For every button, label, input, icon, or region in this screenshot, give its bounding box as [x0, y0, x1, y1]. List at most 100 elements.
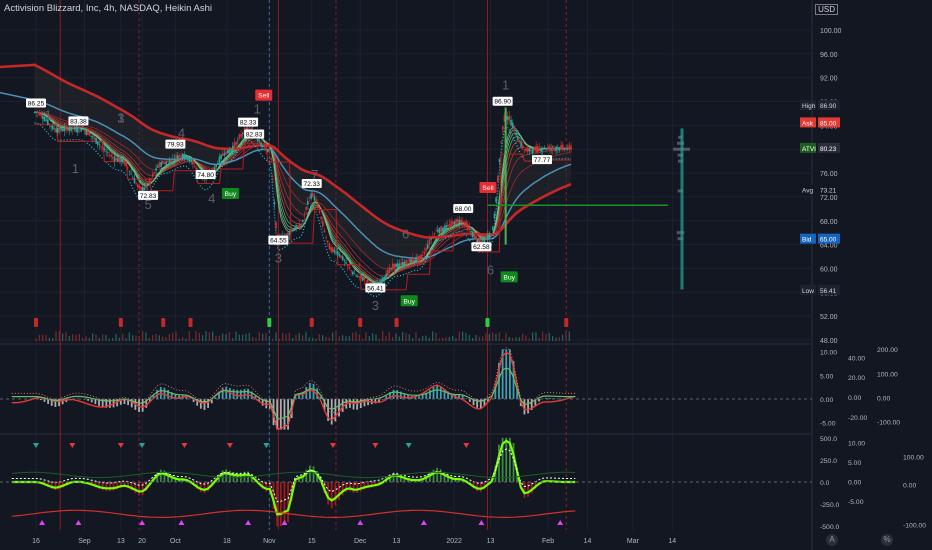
candle-body — [525, 148, 527, 152]
chart-canvas[interactable]: 86.2583.38 82.3379.9374.8072.8382.8364.55… — [0, 0, 932, 550]
candle-body — [313, 196, 316, 201]
volume-bar — [495, 333, 497, 341]
osc1-histogram-bar — [392, 389, 395, 399]
volume-bar — [92, 333, 94, 341]
volume-bar — [68, 335, 70, 341]
osc1-histogram-bar — [465, 398, 468, 399]
axes: 100.0096.0092.0088.0084.0080.0076.0072.0… — [32, 28, 926, 545]
volume-bar — [408, 334, 410, 341]
badge-label: Bid — [802, 237, 812, 244]
candle-body — [102, 146, 104, 149]
candle-body — [320, 216, 322, 219]
price-label: 68.00 — [455, 206, 472, 213]
volume-bar — [345, 336, 347, 341]
wave-label: 3 — [372, 298, 379, 313]
osc1-tick-outer: -100.00 — [877, 420, 900, 427]
candle-body — [570, 146, 572, 150]
candle-body — [466, 224, 469, 230]
candle-body — [333, 249, 336, 253]
currency-badge[interactable]: USD — [815, 4, 838, 15]
candle-body — [157, 166, 159, 168]
candle-body — [321, 221, 324, 227]
volume-bar — [335, 331, 337, 341]
volume-bar — [252, 336, 254, 341]
candle-body — [345, 262, 347, 264]
candle-body — [410, 259, 412, 264]
volume-bar — [538, 337, 540, 341]
price-label: 72.33 — [303, 181, 320, 188]
x-tick-label: Sep — [78, 538, 91, 545]
candle-body — [88, 133, 91, 136]
candle-body — [416, 256, 419, 263]
candle-body — [475, 236, 477, 240]
candle-body — [436, 229, 439, 232]
candle-body — [128, 170, 131, 172]
volume-bar — [478, 336, 480, 341]
zoom-auto-button[interactable]: A — [826, 534, 838, 546]
volume-bar — [552, 335, 554, 341]
osc1-histogram-bar — [283, 398, 286, 430]
candle-body — [506, 116, 509, 120]
volume-bar — [452, 335, 454, 341]
zoom-percent-button[interactable]: % — [881, 534, 893, 546]
candle-body — [561, 144, 564, 150]
volume-bar — [222, 333, 224, 341]
badge-value: 73.21 — [820, 188, 837, 195]
osc1-histogram-bar — [436, 385, 439, 399]
candle-body — [180, 155, 182, 157]
candle-body — [508, 115, 511, 121]
candle-body — [310, 193, 312, 199]
x-tick-label: 13 — [117, 538, 125, 545]
candle-body — [78, 127, 81, 129]
candle-body — [68, 128, 71, 132]
candle-body — [138, 185, 141, 189]
osc1-histogram-bar — [141, 398, 144, 412]
candle-body — [95, 137, 97, 144]
candle-body — [470, 231, 472, 232]
candle-body — [271, 179, 274, 180]
candle-body — [513, 125, 516, 131]
volume-bar — [75, 334, 77, 341]
price-label: 62.58 — [473, 244, 490, 251]
candle-body — [295, 225, 297, 230]
candle-body — [137, 184, 139, 188]
osc2-signal-triangle — [69, 443, 76, 448]
candle-body — [351, 271, 354, 275]
volume-bar — [492, 332, 494, 341]
candle-body — [115, 157, 117, 161]
candle-body — [511, 122, 514, 129]
osc1-tick-inner: -5.00 — [820, 421, 836, 428]
y-tick-label: 64.00 — [820, 243, 838, 250]
candle-body — [182, 153, 184, 159]
candle-body — [473, 234, 476, 239]
candle-body — [175, 155, 177, 159]
candle-body — [215, 164, 217, 168]
candle-body — [488, 233, 491, 240]
candle-body — [390, 268, 392, 269]
osc2-tick-mid: 5.00 — [848, 460, 861, 467]
y-tick-label: 72.00 — [820, 195, 838, 202]
candle-body — [540, 147, 542, 152]
price-label: 83.38 — [70, 118, 87, 125]
candle-body — [100, 145, 102, 147]
candle-body — [265, 148, 267, 151]
event-flag — [161, 318, 166, 327]
volume-bar — [325, 336, 327, 341]
candle-body — [366, 278, 369, 283]
volume-bar — [85, 336, 87, 341]
volume-bar — [262, 333, 264, 341]
candle-body — [481, 240, 484, 242]
candle-body — [290, 230, 292, 232]
osc2-signal-triangle — [181, 443, 188, 448]
candle-body — [110, 154, 112, 157]
candle-body — [448, 224, 451, 227]
wave-label: 3 — [275, 251, 282, 266]
badge-label: ATVI — [802, 146, 816, 153]
volume-bar — [425, 335, 427, 341]
volume-bar — [65, 332, 67, 341]
osc2-signal-triangle — [405, 443, 412, 448]
candle-body — [421, 255, 424, 257]
osc2-magenta-triangle — [420, 520, 427, 525]
volume-bar — [338, 336, 340, 341]
candle-body — [172, 158, 174, 161]
